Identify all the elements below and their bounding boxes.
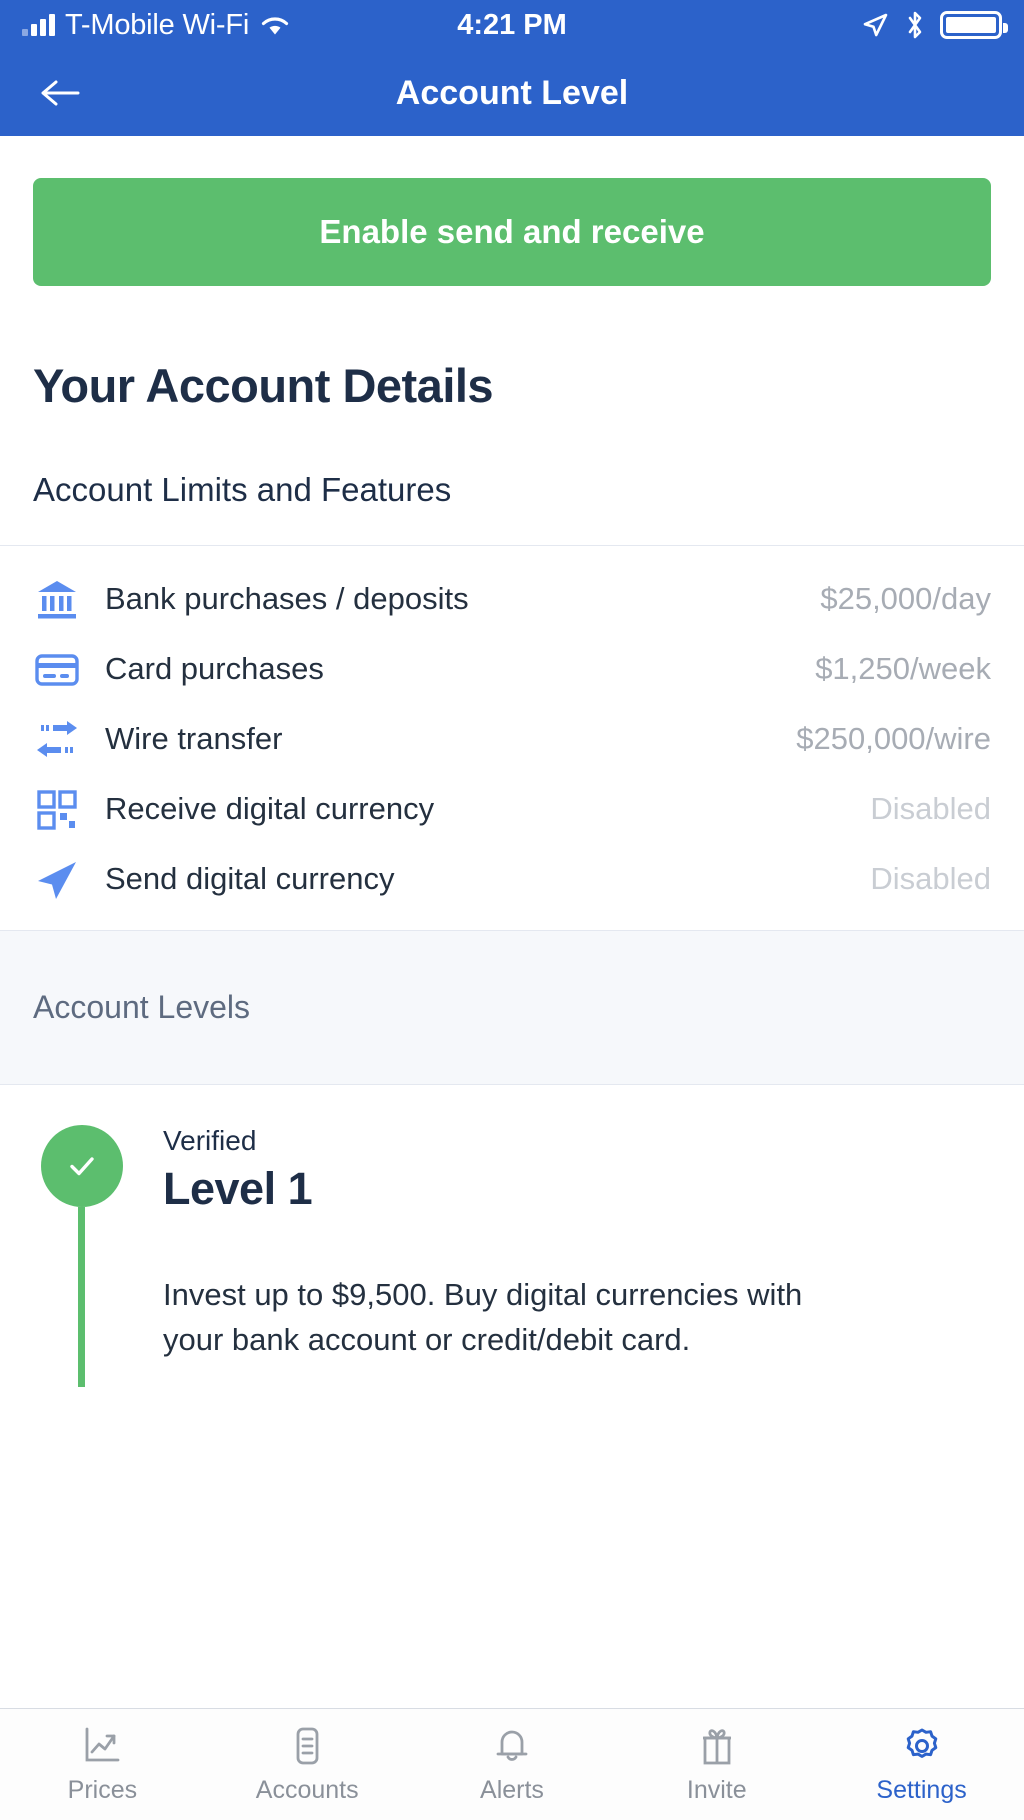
status-bar: T-Mobile Wi-Fi 4:21 PM (0, 0, 1024, 50)
table-row: Bank purchases / deposits $25,000/day (0, 564, 1024, 634)
cta-container: Enable send and receive (0, 136, 1024, 286)
tab-label: Prices (67, 1775, 138, 1804)
location-arrow-icon (863, 13, 888, 37)
tab-prices[interactable]: Prices (0, 1709, 205, 1820)
status-bar-left: T-Mobile Wi-Fi (22, 9, 291, 42)
bell-icon (496, 1730, 528, 1761)
limit-value: Disabled (870, 791, 991, 826)
level-description: Invest up to $9,500. Buy digital currenc… (163, 1277, 803, 1357)
qr-code-icon (33, 787, 105, 831)
limit-value: Disabled (870, 861, 991, 896)
tab-settings[interactable]: Settings (819, 1709, 1024, 1820)
account-limits-heading: Account Limits and Features (33, 471, 452, 508)
account-levels-band: Account Levels (0, 930, 1024, 1085)
level-marker (0, 1125, 163, 1387)
tab-invite[interactable]: Invite (614, 1709, 819, 1820)
tab-accounts[interactable]: Accounts (205, 1709, 410, 1820)
gift-icon (702, 1728, 731, 1764)
tab-label: Invite (686, 1775, 747, 1804)
credit-card-icon (33, 647, 105, 691)
limit-label: Card purchases (105, 651, 324, 686)
battery-icon (940, 11, 1008, 39)
account-levels-heading: Account Levels (33, 989, 251, 1025)
check-icon (40, 1125, 123, 1207)
chart-line-icon (85, 1727, 120, 1761)
bank-icon (33, 577, 105, 621)
status-bar-right (860, 9, 1008, 41)
limit-label: Wire transfer (105, 721, 283, 756)
table-row: Receive digital currency Disabled (0, 774, 1024, 844)
main-content: Enable send and receive Your Account Det… (0, 136, 1024, 1708)
limit-value: $25,000/day (820, 581, 991, 616)
tab-label: Settings (876, 1775, 967, 1804)
carrier-label: T-Mobile Wi-Fi (65, 8, 250, 41)
back-arrow-icon (41, 80, 80, 106)
limit-value: $1,250/week (815, 651, 991, 686)
list-item[interactable]: Verified Level 1 Invest up to $9,500. Bu… (0, 1085, 1024, 1387)
page-title: Account Level (395, 73, 629, 112)
tab-label: Alerts (480, 1775, 544, 1804)
tab-alerts[interactable]: Alerts (410, 1709, 615, 1820)
signal-bars-icon (22, 14, 55, 36)
navigation-bar: Account Level (0, 50, 1024, 136)
bottom-tab-bar: Prices Accounts Alerts Invite Settings (0, 1708, 1024, 1820)
back-button[interactable] (30, 63, 90, 123)
level-name: Level 1 (163, 1163, 313, 1214)
limit-label: Bank purchases / deposits (105, 581, 469, 616)
level-body: Verified Level 1 Invest up to $9,500. Bu… (163, 1125, 1024, 1387)
account-limits-list: Bank purchases / deposits $25,000/day Ca… (0, 546, 1024, 930)
gear-icon (906, 1728, 937, 1758)
enable-send-receive-button[interactable]: Enable send and receive (33, 178, 991, 286)
level-connector-line (78, 1207, 85, 1387)
account-details-heading: Your Account Details (33, 359, 494, 412)
send-plane-icon (33, 857, 105, 901)
bluetooth-icon (908, 11, 922, 39)
document-icon (296, 1727, 319, 1764)
app-screen: T-Mobile Wi-Fi 4:21 PM Account Level Ena… (0, 0, 1024, 1820)
wire-transfer-icon (33, 717, 105, 761)
table-row: Card purchases $1,250/week (0, 634, 1024, 704)
limit-label: Send digital currency (105, 861, 395, 896)
limit-value: $250,000/wire (796, 721, 991, 756)
table-row: Send digital currency Disabled (0, 844, 1024, 914)
status-badge: Verified (163, 1125, 257, 1156)
table-row: Wire transfer $250,000/wire (0, 704, 1024, 774)
tab-label: Accounts (255, 1775, 359, 1804)
limit-label: Receive digital currency (105, 791, 435, 826)
wifi-icon (261, 17, 289, 35)
